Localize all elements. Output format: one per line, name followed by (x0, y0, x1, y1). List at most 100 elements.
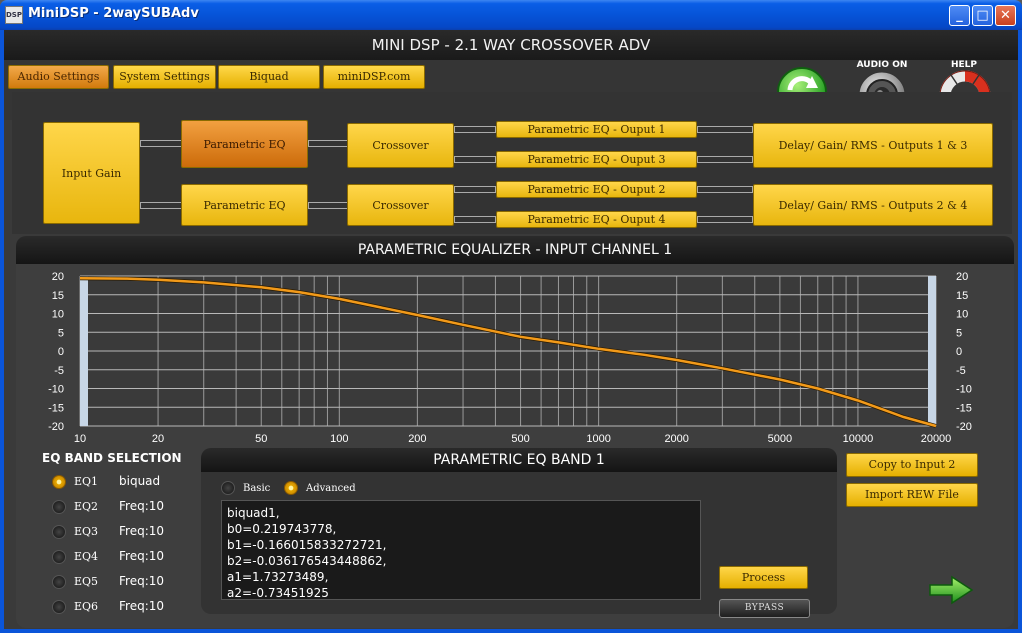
tab-system-settings[interactable]: System Settings (113, 65, 216, 89)
eq3-radio[interactable] (52, 525, 66, 539)
basic-mode-label: Basic (243, 483, 271, 494)
x-tick-label: 5000 (768, 433, 792, 445)
wire (308, 202, 348, 209)
help-label: HELP (950, 60, 977, 70)
y-tick-label-right: -10 (956, 384, 972, 396)
crossover-2-block[interactable]: Crossover (347, 184, 454, 226)
advanced-mode-label: Advanced (306, 483, 356, 494)
eq3-label: EQ3 (74, 525, 99, 538)
coefficient-line: biquad1, (227, 506, 280, 520)
next-arrow-icon[interactable] (928, 575, 974, 605)
eq5-radio[interactable] (52, 575, 66, 589)
x-tick-label: 10000 (843, 433, 874, 445)
x-tick-label: 500 (511, 433, 529, 445)
wire (697, 186, 753, 193)
wire (140, 202, 182, 209)
eq4-radio[interactable] (52, 550, 66, 564)
import-rew-file-button[interactable]: Import REW File (846, 483, 978, 507)
eq5-value: Freq:10 (119, 574, 165, 588)
tab-audio-settings[interactable]: Audio Settings (8, 65, 109, 89)
y-tick-label-right: 20 (956, 271, 968, 283)
bypass-button[interactable]: BYPASS (719, 599, 810, 618)
coefficient-line: b2=-0.036176543448862, (227, 554, 387, 568)
coefficient-line: b0=0.219743778, (227, 522, 337, 536)
tab-biquad-calculator[interactable]: Biquad Calculator (218, 65, 320, 105)
app-body: MINI DSP - 2.1 WAY CROSSOVER ADV Audio S… (4, 30, 1018, 629)
x-tick-label: 50 (255, 433, 267, 445)
eq5-label: EQ5 (74, 575, 99, 588)
eq1-value: biquad (119, 474, 161, 488)
x-tick-label: 10 (74, 433, 86, 445)
window-frame-bottom (0, 629, 1022, 633)
parametric-eq-2-block[interactable]: Parametric EQ (181, 184, 308, 226)
basic-mode-radio[interactable] (221, 481, 235, 495)
y-tick-label-left: 0 (58, 346, 64, 358)
delay-gain-rms-outputs-2-4-block[interactable]: Delay/ Gain/ RMS - Outputs 2 & 4 (753, 184, 993, 226)
window-title: MiniDSP - 2waySUBAdv (28, 6, 199, 21)
wire (454, 156, 496, 163)
eq2-label: EQ2 (74, 500, 99, 513)
eq-panel-title: PARAMETRIC EQUALIZER - INPUT CHANNEL 1 (16, 236, 1014, 264)
delay-gain-rms-outputs-1-3-block[interactable]: Delay/ Gain/ RMS - Outputs 1 & 3 (753, 123, 993, 168)
app-title: MINI DSP - 2.1 WAY CROSSOVER ADV (4, 30, 1018, 60)
wire (454, 126, 496, 133)
crossover-1-block[interactable]: Crossover (347, 123, 454, 168)
parametric-eq-output-1-block[interactable]: Parametric EQ - Ouput 1 (496, 121, 697, 138)
eq1-radio[interactable] (52, 475, 66, 489)
y-tick-label-right: 5 (956, 327, 962, 339)
wire (308, 140, 348, 147)
eq4-value: Freq:10 (119, 549, 165, 563)
tab-minidsp-com[interactable]: miniDSP.com (323, 65, 425, 89)
eq6-radio[interactable] (52, 600, 66, 614)
wire (697, 156, 753, 163)
eq4-label: EQ4 (74, 550, 99, 563)
process-button[interactable]: Process (719, 566, 808, 589)
y-tick-label-left: -5 (54, 365, 64, 377)
biquad-coefficients-textarea[interactable]: biquad1, b0=0.219743778, b1=-0.166015833… (221, 500, 701, 600)
y-tick-label-right: -5 (956, 365, 966, 377)
x-tick-label: 100 (330, 433, 348, 445)
y-tick-label-left: -20 (48, 421, 64, 433)
parametric-eq-output-4-block[interactable]: Parametric EQ - Ouput 4 (496, 211, 697, 228)
eq-band-panel-title: PARAMETRIC EQ BAND 1 (201, 448, 837, 472)
wire (454, 216, 496, 223)
y-tick-label-left: -10 (48, 384, 64, 396)
left-scale-bar (80, 276, 88, 426)
eq1-label: EQ1 (74, 475, 99, 488)
y-tick-label-left: -15 (48, 402, 64, 414)
close-button[interactable]: ✕ (995, 5, 1016, 26)
window-titlebar: DSP MiniDSP - 2waySUBAdv _ □ ✕ (0, 0, 1022, 30)
eq-response-chart: 20 2015 1510 105 50 0-5 -5-10 -10-15 -15-20 -2010… (48, 271, 972, 445)
right-scale-bar (928, 276, 936, 426)
eq-band-selection-title: EQ BAND SELECTION (42, 451, 182, 465)
y-tick-label-left: 10 (52, 309, 64, 321)
x-tick-label: 2000 (664, 433, 688, 445)
coefficient-line: a1=1.73273489, (227, 570, 329, 584)
maximize-button[interactable]: □ (972, 5, 993, 26)
minimize-button[interactable]: _ (949, 5, 970, 26)
wire (454, 186, 496, 193)
y-tick-label-right: 10 (956, 309, 968, 321)
parametric-eq-output-2-block[interactable]: Parametric EQ - Ouput 2 (496, 181, 697, 198)
y-tick-label-right: -15 (956, 402, 972, 414)
window-frame-right (1018, 30, 1022, 633)
x-tick-label: 20000 (921, 433, 952, 445)
coefficient-line: a2=-0.73451925 (227, 586, 329, 600)
advanced-mode-radio[interactable] (284, 481, 298, 495)
x-tick-label: 1000 (586, 433, 610, 445)
input-gain-block[interactable]: Input Gain (43, 122, 140, 224)
y-tick-label-left: 5 (58, 327, 64, 339)
wire (140, 140, 182, 147)
audio-on-label: AUDIO ON (856, 60, 908, 70)
copy-to-input-2-button[interactable]: Copy to Input 2 (846, 453, 978, 477)
eq6-value: Freq:10 (119, 599, 165, 613)
coefficient-line: b1=-0.166015833272721, (227, 538, 387, 552)
eq6-label: EQ6 (74, 600, 99, 613)
wire (697, 216, 753, 223)
parametric-eq-1-block[interactable]: Parametric EQ (181, 120, 308, 168)
parametric-eq-output-3-block[interactable]: Parametric EQ - Ouput 3 (496, 151, 697, 168)
eq3-value: Freq:10 (119, 524, 165, 538)
eq2-radio[interactable] (52, 500, 66, 514)
x-tick-label: 200 (408, 433, 426, 445)
eq-band-panel: PARAMETRIC EQ BAND 1 Basic Advanced biqu… (201, 448, 837, 618)
